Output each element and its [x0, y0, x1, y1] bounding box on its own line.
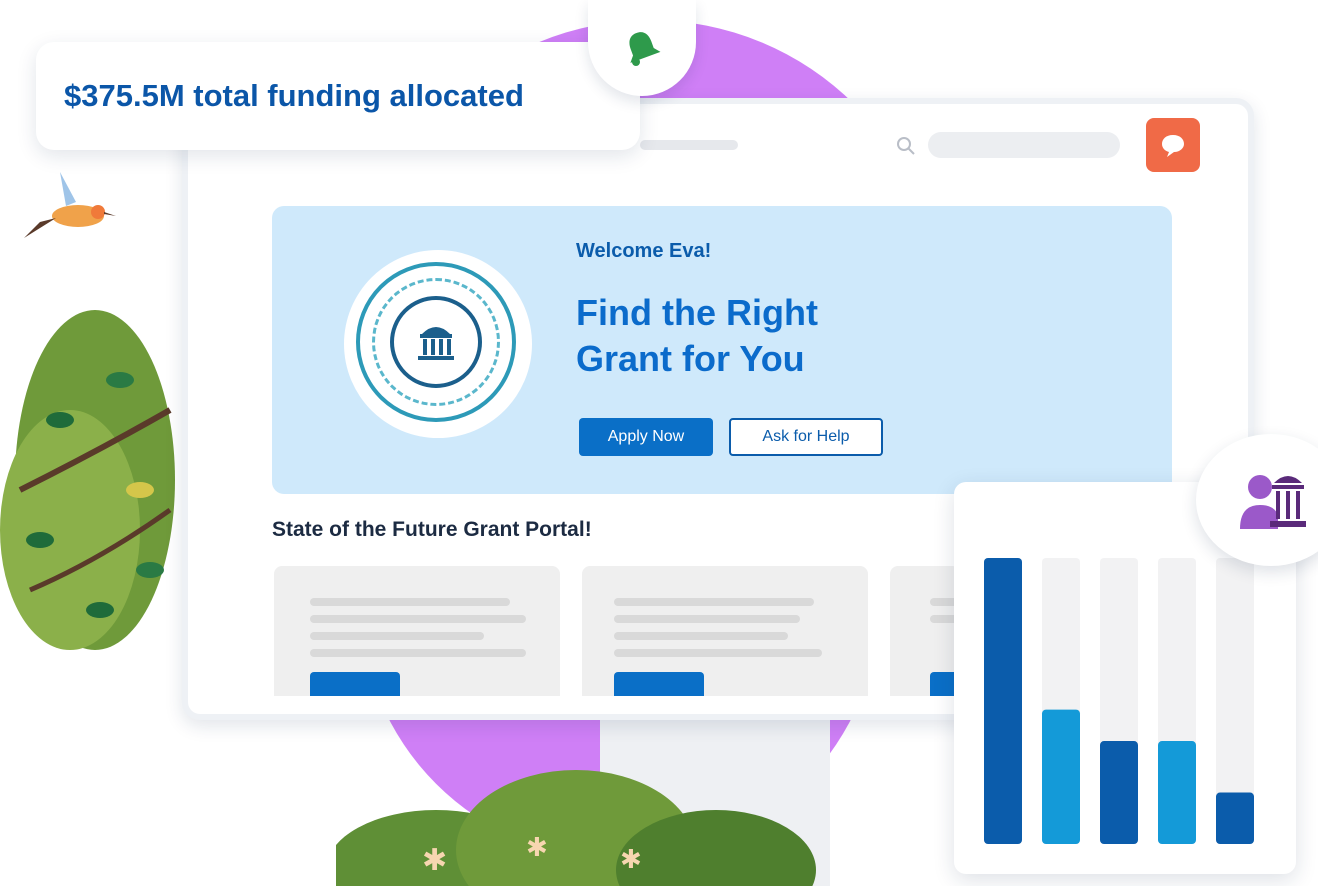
bush-illustration-bottom: ✱ ✱ ✱: [336, 770, 816, 886]
card-text-placeholder: [614, 615, 800, 623]
headline-line-1: Find the Right: [576, 292, 818, 333]
card-text-placeholder: [310, 632, 484, 640]
card-text-placeholder: [614, 632, 788, 640]
bell-icon: [629, 32, 661, 66]
grant-card[interactable]: [274, 566, 560, 696]
chart-bar: [984, 558, 1022, 844]
profile-button[interactable]: [1146, 118, 1200, 172]
hero-headline: Find the Right Grant for You: [576, 290, 996, 382]
card-action-button[interactable]: [614, 672, 704, 696]
svg-text:✱: ✱: [526, 833, 548, 863]
grant-card[interactable]: [582, 566, 868, 696]
card-text-placeholder: [310, 598, 510, 606]
card-action-button[interactable]: [310, 672, 400, 696]
chat-bubble-icon: [1162, 135, 1184, 157]
bush-illustration-left: [0, 310, 175, 650]
card-text-placeholder: [614, 598, 814, 606]
section-title: State of the Future Grant Portal!: [272, 518, 592, 541]
card-text-placeholder: [614, 649, 822, 657]
seal-center: [390, 296, 482, 388]
chart-bar: [1100, 741, 1138, 844]
headline-line-2: Grant for You: [576, 338, 805, 379]
apply-now-button[interactable]: Apply Now: [579, 418, 713, 456]
nav-placeholder: [640, 140, 738, 150]
hummingbird-illustration: [24, 172, 116, 238]
svg-text:✱: ✱: [422, 843, 447, 878]
search-icon[interactable]: [896, 136, 916, 156]
chart-bar: [1216, 792, 1254, 844]
grant-card[interactable]: [890, 566, 960, 696]
welcome-greeting: Welcome Eva!: [576, 240, 712, 262]
capitol-building-icon: [418, 327, 454, 360]
card-text-placeholder: [310, 649, 526, 657]
funding-total-text: $375.5M total funding allocated: [64, 78, 524, 113]
person-with-building-icon: [1240, 475, 1306, 529]
search-input[interactable]: [928, 132, 1120, 158]
chart-bar: [1158, 741, 1196, 844]
chart-bar: [1042, 709, 1080, 844]
ask-for-help-button[interactable]: Ask for Help: [729, 418, 883, 456]
svg-text:✱: ✱: [620, 845, 642, 875]
card-text-placeholder: [310, 615, 526, 623]
funding-bar-chart: [984, 558, 1254, 844]
